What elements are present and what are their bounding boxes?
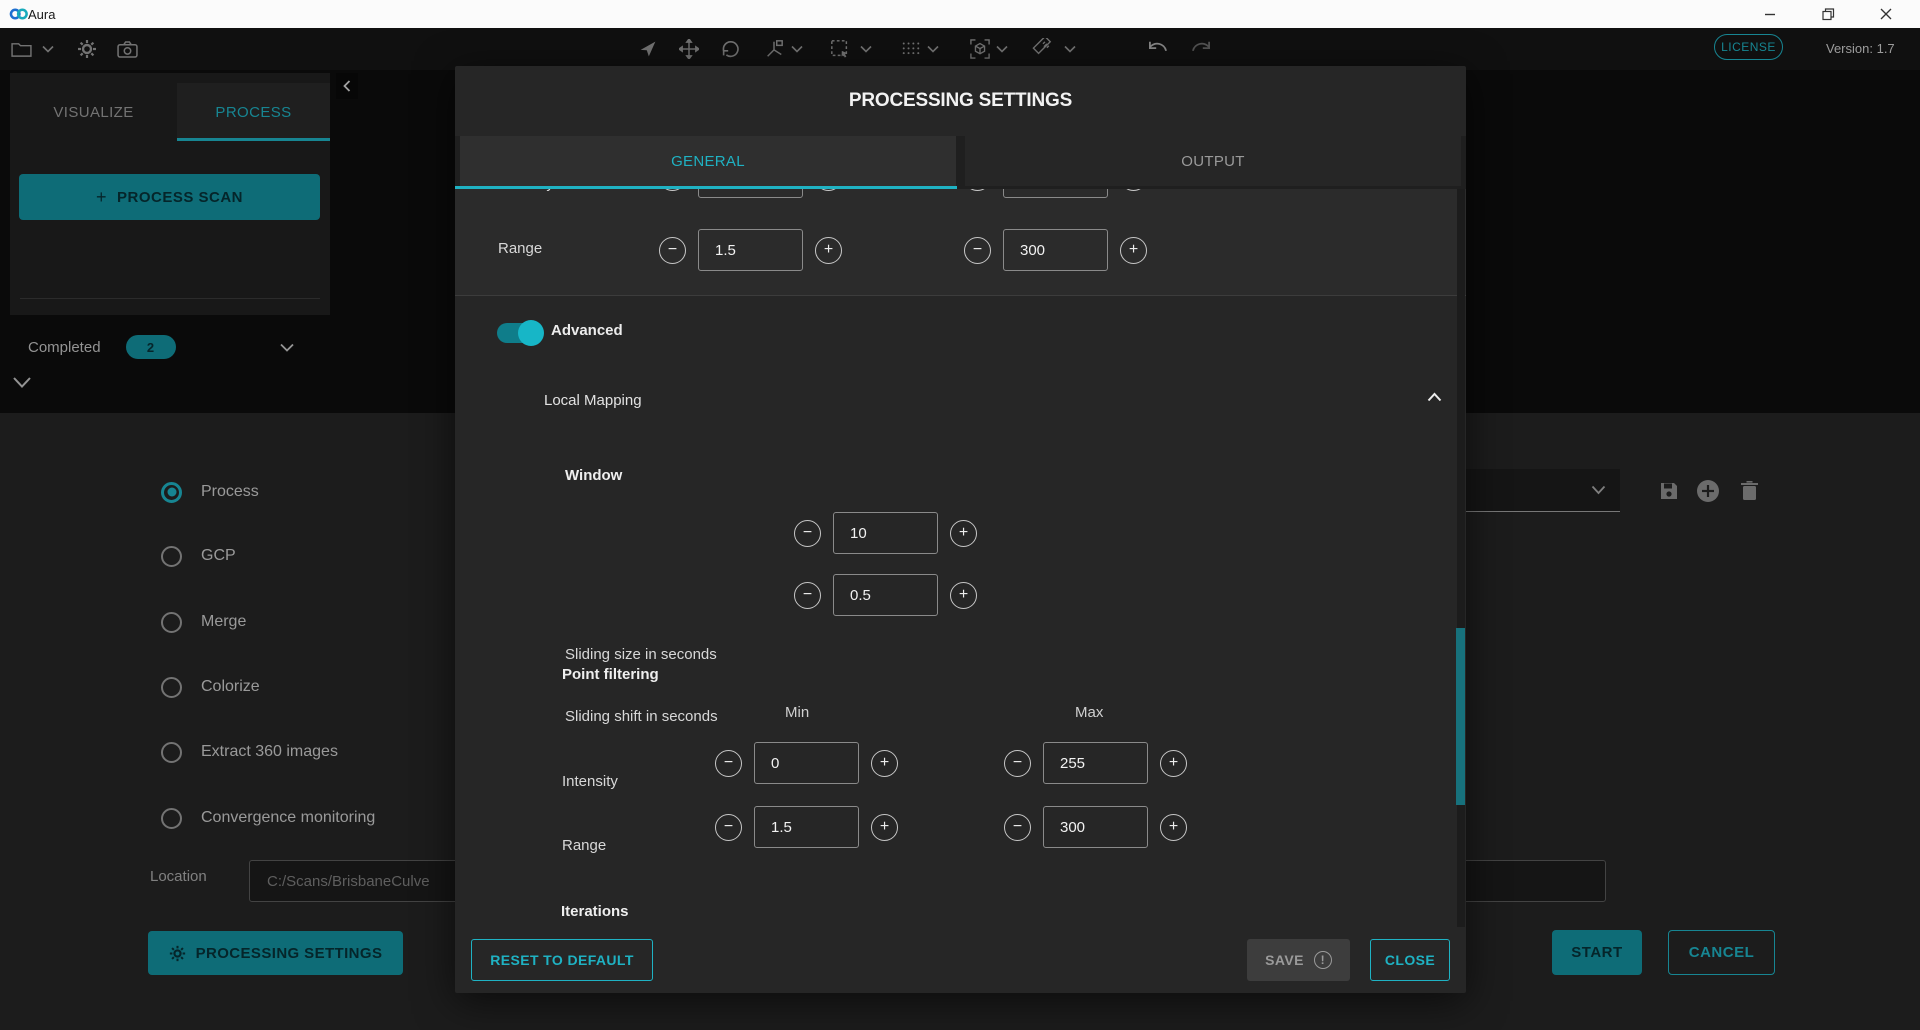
range-min-input[interactable]: 1.5 <box>698 229 803 271</box>
tab-output[interactable]: OUTPUT <box>965 136 1461 186</box>
window-section-title: Window <box>565 467 622 484</box>
decrement-button[interactable]: − <box>1004 814 1031 841</box>
increment-button[interactable]: + <box>815 189 842 191</box>
titlebar: Aura <box>0 0 1920 28</box>
range-max-stepper: − 300 + <box>964 229 1147 271</box>
decrement-button[interactable]: − <box>964 237 991 264</box>
minimize-button[interactable] <box>1741 0 1799 28</box>
sliding-shift-label: Sliding shift in seconds <box>565 708 718 725</box>
intensity-min-input[interactable]: 0 <box>698 189 803 198</box>
local-mapping-title: Local Mapping <box>544 392 642 409</box>
decrement-button[interactable]: − <box>659 237 686 264</box>
range-max-input[interactable]: 300 <box>1003 229 1108 271</box>
min-column-header: Min <box>785 704 809 721</box>
pf-range-max-stepper: − 300 + <box>1004 806 1187 848</box>
maximize-button[interactable] <box>1799 0 1857 28</box>
processing-settings-dialog: PROCESSING SETTINGS GENERAL OUTPUT Inten… <box>455 66 1466 993</box>
pf-range-min-input[interactable]: 1.5 <box>754 806 859 848</box>
pf-range-min-stepper: − 1.5 + <box>715 806 898 848</box>
collapse-chevron-up-icon[interactable] <box>1427 392 1442 402</box>
range-min-stepper: − 1.5 + <box>659 229 842 271</box>
increment-button[interactable]: + <box>1120 237 1147 264</box>
pf-intensity-max-stepper: − 255 + <box>1004 742 1187 784</box>
pf-intensity-min-stepper: − 0 + <box>715 742 898 784</box>
pf-intensity-min-input[interactable]: 0 <box>754 742 859 784</box>
pf-intensity-max-input[interactable]: 255 <box>1043 742 1148 784</box>
top-section-background <box>455 189 1466 295</box>
modal-scrollbar-track[interactable] <box>1457 189 1465 927</box>
pf-range-max-input[interactable]: 300 <box>1043 806 1148 848</box>
pf-intensity-label: Intensity <box>562 773 618 790</box>
intensity-min-stepper: − 0 + <box>659 189 842 198</box>
intensity-row-label: Intensity <box>498 189 554 192</box>
intensity-max-stepper: − 255 + <box>964 189 1147 198</box>
increment-button[interactable]: + <box>815 237 842 264</box>
increment-button[interactable]: + <box>1120 189 1147 191</box>
increment-button[interactable]: + <box>950 582 977 609</box>
dialog-tabbar: GENERAL OUTPUT <box>455 136 1466 189</box>
toggle-knob[interactable] <box>518 320 544 346</box>
range-row-label: Range <box>498 240 542 257</box>
dialog-title: PROCESSING SETTINGS <box>455 90 1466 112</box>
decrement-button[interactable]: − <box>964 189 991 191</box>
close-button[interactable] <box>1857 0 1915 28</box>
pf-range-label: Range <box>562 837 606 854</box>
sliding-shift-stepper: − 0.5 + <box>794 574 977 616</box>
dialog-content: Intensity − 0 + − 255 + Range − 1.5 + − … <box>455 189 1466 927</box>
close-dialog-button[interactable]: CLOSE <box>1370 939 1450 981</box>
max-column-header: Max <box>1075 704 1103 721</box>
aura-logo-icon <box>8 6 30 22</box>
decrement-button[interactable]: − <box>794 520 821 547</box>
increment-button[interactable]: + <box>950 520 977 547</box>
increment-button[interactable]: + <box>871 750 898 777</box>
sliding-size-input[interactable]: 10 <box>833 512 938 554</box>
modal-scrollbar-thumb[interactable] <box>1456 628 1465 805</box>
decrement-button[interactable]: − <box>715 750 742 777</box>
tab-general[interactable]: GENERAL <box>460 136 956 186</box>
sliding-size-label: Sliding size in seconds <box>565 646 717 663</box>
sliding-shift-input[interactable]: 0.5 <box>833 574 938 616</box>
decrement-button[interactable]: − <box>1004 750 1031 777</box>
save-button[interactable]: SAVE ! <box>1247 939 1350 981</box>
warning-circle-icon: ! <box>1314 951 1332 969</box>
reset-to-default-button[interactable]: RESET TO DEFAULT <box>471 939 653 981</box>
app-window: Aura <box>0 0 1920 1030</box>
increment-button[interactable]: + <box>1160 814 1187 841</box>
increment-button[interactable]: + <box>871 814 898 841</box>
point-filtering-title: Point filtering <box>562 666 659 683</box>
section-divider <box>455 295 1466 296</box>
sliding-size-stepper: − 10 + <box>794 512 977 554</box>
decrement-button[interactable]: − <box>794 582 821 609</box>
advanced-toggle[interactable] <box>497 323 541 343</box>
increment-button[interactable]: + <box>1160 750 1187 777</box>
local-mapping-header[interactable]: Local Mapping <box>485 382 1445 418</box>
decrement-button[interactable]: − <box>659 189 686 191</box>
decrement-button[interactable]: − <box>715 814 742 841</box>
iterations-title: Iterations <box>561 903 629 920</box>
advanced-label: Advanced <box>551 322 623 339</box>
app-title: Aura <box>28 7 55 22</box>
intensity-max-input[interactable]: 255 <box>1003 189 1108 198</box>
